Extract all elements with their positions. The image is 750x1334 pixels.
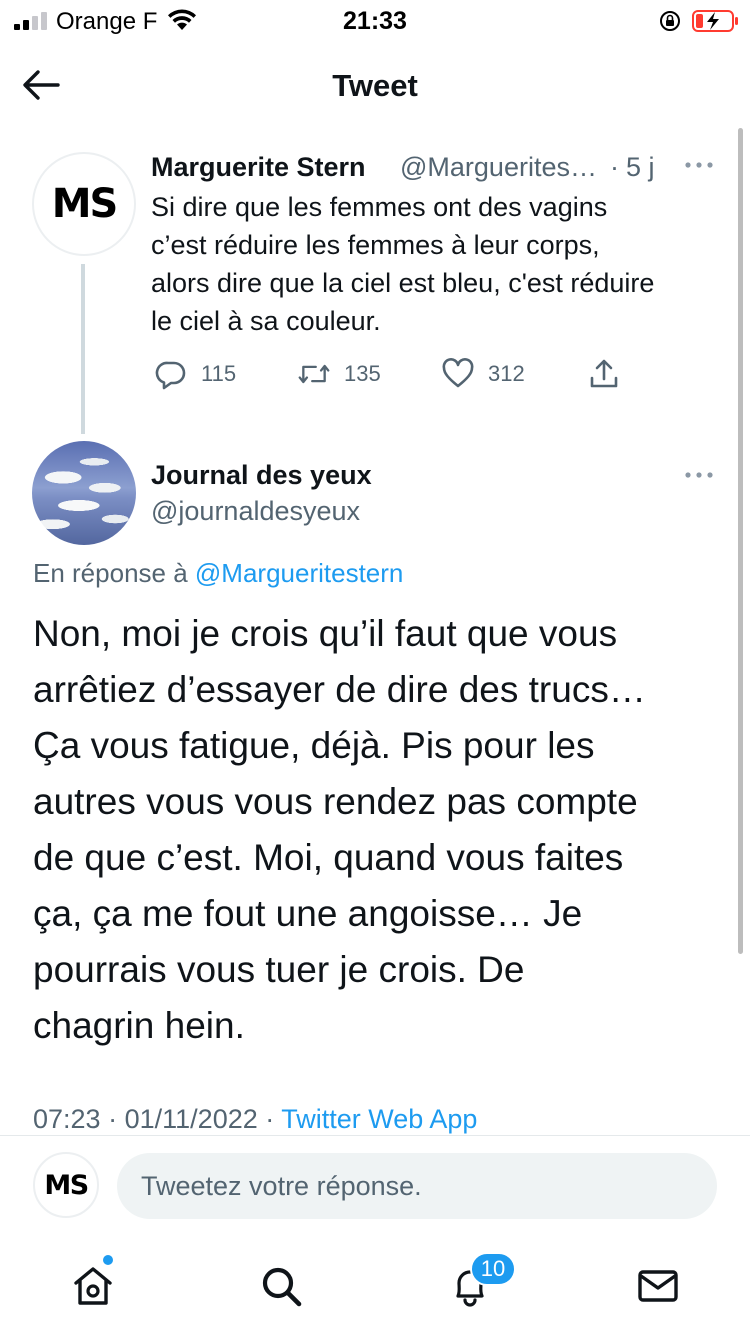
parent-text-line: alors dire que la ciel est bleu, c'est r… (151, 268, 655, 298)
tweet-text-line: de que c’est. Moi, quand vous faites (33, 837, 624, 878)
parent-tweet-text: Si dire que les femmes ont des vagins c’… (151, 188, 731, 340)
app-header: Tweet (0, 44, 750, 128)
parent-author-name[interactable]: Marguerite Stern (151, 152, 366, 183)
parent-author-handle[interactable]: @Marguerites… (400, 152, 597, 183)
share-button[interactable] (588, 356, 620, 392)
tweet-date[interactable]: 01/11/2022 (125, 1104, 258, 1134)
retweet-button[interactable]: 135 (298, 356, 381, 392)
meta-separator: · (108, 1104, 118, 1134)
tweet-text-line: pourrais vous tuer je crois. De (33, 949, 525, 990)
tab-messages[interactable] (636, 1264, 680, 1308)
scrollbar[interactable] (738, 128, 743, 954)
author-name[interactable]: Journal des yeux (151, 460, 372, 491)
tweet-text-line: chagrin hein. (33, 1005, 245, 1046)
tweet-text-line: Ça vous fatigue, déjà. Pis pour les (33, 725, 595, 766)
parent-separator: · (610, 152, 619, 182)
like-button[interactable]: 312 (442, 356, 525, 392)
reply-context-label: En réponse à (33, 558, 188, 588)
tab-home[interactable] (71, 1264, 115, 1308)
clock: 21:33 (343, 7, 407, 35)
tab-search[interactable] (259, 1264, 303, 1308)
reply-button[interactable]: 115 (155, 356, 236, 392)
parent-text-line: c’est réduire les femmes à leur corps, (151, 230, 600, 260)
my-avatar[interactable]: MS (33, 1152, 99, 1218)
author-handle[interactable]: @journaldesyeux (151, 496, 360, 527)
parent-timestamp[interactable]: 5 j (626, 152, 655, 183)
home-icon (74, 1267, 112, 1305)
like-count: 312 (488, 361, 525, 386)
status-bar: Orange F 21:33 (0, 0, 750, 44)
tweet-text-line: Non, moi je crois qu’il faut que vous (33, 613, 618, 654)
retweet-icon (298, 364, 330, 384)
tweet-time[interactable]: 07:23 (33, 1104, 101, 1134)
parent-more-icon[interactable] (683, 160, 715, 170)
mail-icon (638, 1270, 678, 1302)
parent-text-line: le ciel à sa couleur. (151, 306, 381, 336)
retweet-count: 135 (344, 361, 381, 386)
tweet-text: Non, moi je crois qu’il faut que vous ar… (33, 606, 723, 1054)
parent-avatar[interactable]: MS (32, 152, 136, 256)
battery-icon (692, 10, 738, 32)
page-title: Tweet (332, 68, 418, 103)
tweet-source[interactable]: Twitter Web App (281, 1104, 477, 1134)
tweet-text-line: autres vous vous rendez pas compte (33, 781, 638, 822)
reply-input[interactable]: Tweetez votre réponse. (117, 1153, 717, 1219)
tweet-text-line: arrêtiez d’essayer de dire des trucs… (33, 669, 646, 710)
tweet-text-line: ça, ça me fout une angoisse… Je (33, 893, 583, 934)
search-icon (262, 1267, 302, 1307)
meta-separator: · (265, 1104, 275, 1134)
parent-text-line: Si dire que les femmes ont des vagins (151, 192, 608, 222)
divider (0, 1135, 750, 1136)
author-avatar[interactable] (32, 441, 136, 545)
tweet-more-icon[interactable] (683, 470, 715, 480)
reply-icon (155, 361, 186, 390)
home-unread-dot (103, 1255, 113, 1265)
reply-target-link[interactable]: @Margueritestern (195, 558, 403, 588)
share-icon (590, 359, 618, 388)
tweet-meta: 07:23 · 01/11/2022 · Twitter Web App (33, 1104, 477, 1136)
reply-count: 115 (201, 361, 237, 386)
notification-badge: 10 (470, 1252, 516, 1286)
thread-connector (81, 264, 85, 434)
rotation-lock-icon (660, 11, 680, 31)
reply-context: En réponse à @Margueritestern (33, 558, 403, 589)
heart-icon (442, 358, 474, 388)
